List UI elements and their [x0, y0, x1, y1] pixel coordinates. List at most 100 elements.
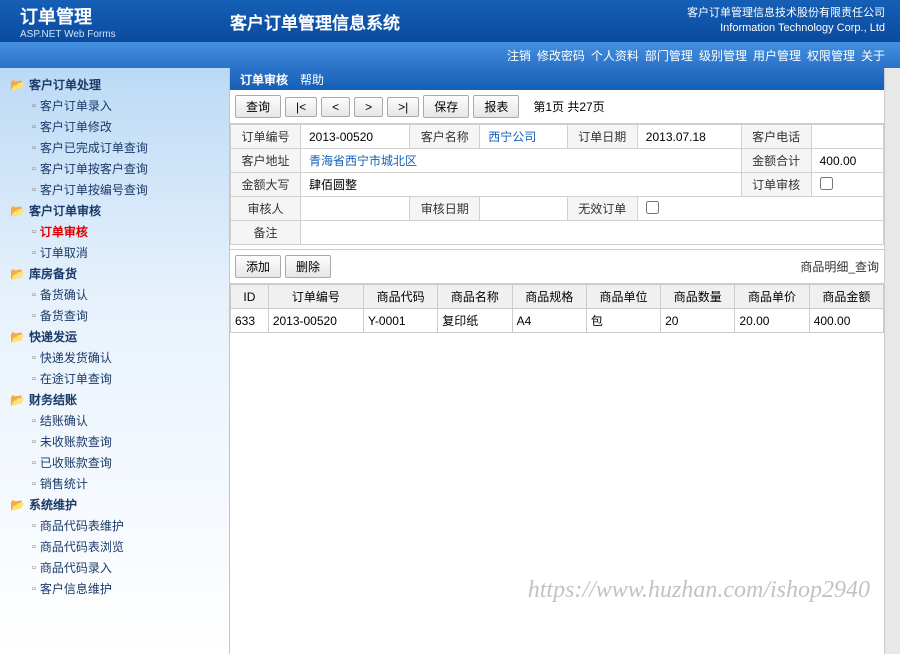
nav-item-5-1[interactable]: ▫商品代码表浏览 — [32, 536, 229, 557]
nav-item-5-2[interactable]: ▫商品代码录入 — [32, 557, 229, 578]
detail-grid: ID订单编号商品代码商品名称商品规格商品单位商品数量商品单价商品金额 63320… — [230, 284, 884, 333]
file-icon: ▫ — [32, 562, 36, 574]
breadcrumb-help[interactable]: 帮助 — [300, 71, 324, 88]
sidebar: 📂客户订单处理▫客户订单录入▫客户订单修改▫客户已完成订单查询▫客户订单按客户查… — [0, 68, 230, 654]
label-order-date: 订单日期 — [567, 125, 637, 149]
grid-cell-0-1: 2013-00520 — [268, 309, 363, 333]
nav-item-0-4[interactable]: ▫客户订单按编号查询 — [32, 179, 229, 200]
file-icon: ▫ — [32, 163, 36, 175]
folder-icon: 📂 — [10, 498, 25, 512]
value-order-audit — [811, 173, 883, 197]
order-audit-checkbox[interactable] — [820, 177, 833, 190]
nav-item-0-2[interactable]: ▫客户已完成订单查询 — [32, 137, 229, 158]
first-page-button[interactable]: |< — [285, 97, 317, 117]
value-cust-addr[interactable]: 青海省西宁市城北区 — [301, 149, 742, 173]
nav-item-0-3[interactable]: ▫客户订单按客户查询 — [32, 158, 229, 179]
file-icon: ▫ — [32, 121, 36, 133]
menu-6[interactable]: 权限管理 — [807, 47, 855, 64]
nav-item-5-3[interactable]: ▫客户信息维护 — [32, 578, 229, 599]
scrollbar[interactable] — [884, 68, 900, 654]
grid-header-3[interactable]: 商品名称 — [438, 285, 512, 309]
grid-cell-0-2: Y-0001 — [364, 309, 438, 333]
value-audit-date — [480, 197, 568, 221]
nav-item-1-1[interactable]: ▫订单取消 — [32, 242, 229, 263]
value-amount-cn: 肆佰圆整 — [301, 173, 742, 197]
value-cust-name[interactable]: 西宁公司 — [480, 125, 568, 149]
menu-1[interactable]: 修改密码 — [537, 47, 585, 64]
next-page-button[interactable]: > — [354, 97, 383, 117]
invalid-order-checkbox[interactable] — [646, 201, 659, 214]
grid-header-8[interactable]: 商品金额 — [809, 285, 883, 309]
grid-header-6[interactable]: 商品数量 — [661, 285, 735, 309]
logo-title: 订单管理 — [20, 3, 230, 29]
file-icon: ▫ — [32, 226, 36, 238]
last-page-button[interactable]: >| — [387, 97, 419, 117]
nav-item-5-0[interactable]: ▫商品代码表维护 — [32, 515, 229, 536]
grid-body: 6332013-00520Y-0001复印纸A4包2020.00400.00 — [231, 309, 884, 333]
grid-header-7[interactable]: 商品单价 — [735, 285, 809, 309]
file-icon: ▫ — [32, 457, 36, 469]
file-icon: ▫ — [32, 184, 36, 196]
folder-icon: 📂 — [10, 78, 25, 92]
nav-group-0[interactable]: 📂客户订单处理 — [10, 74, 229, 95]
label-invalid: 无效订单 — [567, 197, 637, 221]
main-content: 订单审核 帮助 查询 |< < > >| 保存 报表 第1页 共27页 订单编号… — [230, 68, 884, 654]
header: 订单管理 ASP.NET Web Forms 客户订单管理信息系统 客户订单管理… — [0, 0, 900, 42]
logo-area: 订单管理 ASP.NET Web Forms — [0, 3, 230, 40]
label-cust-name: 客户名称 — [410, 125, 480, 149]
folder-icon: 📂 — [10, 267, 25, 281]
nav-item-4-1[interactable]: ▫未收账款查询 — [32, 431, 229, 452]
nav-item-4-3[interactable]: ▫销售统计 — [32, 473, 229, 494]
grid-cell-0-7: 20.00 — [735, 309, 809, 333]
grid-header-1[interactable]: 订单编号 — [268, 285, 363, 309]
nav-item-0-0[interactable]: ▫客户订单录入 — [32, 95, 229, 116]
header-corp: 客户订单管理信息技术股份有限责任公司 Information Technolog… — [687, 6, 900, 37]
file-icon: ▫ — [32, 541, 36, 553]
prev-page-button[interactable]: < — [321, 97, 350, 117]
corp-name-en: Information Technology Corp., Ltd — [687, 21, 885, 36]
nav-item-1-0[interactable]: ▫订单审核 — [32, 221, 229, 242]
save-button[interactable]: 保存 — [423, 95, 469, 118]
file-icon: ▫ — [32, 100, 36, 112]
grid-cell-0-0: 633 — [231, 309, 269, 333]
file-icon: ▫ — [32, 436, 36, 448]
grid-cell-0-5: 包 — [586, 309, 660, 333]
nav-group-5[interactable]: 📂系统维护 — [10, 494, 229, 515]
logo-sub: ASP.NET Web Forms — [20, 29, 230, 40]
label-remark: 备注 — [231, 221, 301, 245]
nav-item-2-1[interactable]: ▫备货查询 — [32, 305, 229, 326]
nav-item-4-2[interactable]: ▫已收账款查询 — [32, 452, 229, 473]
value-remark[interactable] — [301, 221, 884, 245]
report-button[interactable]: 报表 — [473, 95, 519, 118]
menu-7[interactable]: 关于 — [861, 47, 885, 64]
menu-0[interactable]: 注销 — [507, 47, 531, 64]
grid-header-0[interactable]: ID — [231, 285, 269, 309]
menu-5[interactable]: 用户管理 — [753, 47, 801, 64]
grid-header-2[interactable]: 商品代码 — [364, 285, 438, 309]
nav-group-4[interactable]: 📂财务结账 — [10, 389, 229, 410]
menu-3[interactable]: 部门管理 — [645, 47, 693, 64]
grid-header-5[interactable]: 商品单位 — [586, 285, 660, 309]
nav-item-3-0[interactable]: ▫快递发货确认 — [32, 347, 229, 368]
table-row[interactable]: 6332013-00520Y-0001复印纸A4包2020.00400.00 — [231, 309, 884, 333]
menu-2[interactable]: 个人资料 — [591, 47, 639, 64]
file-icon: ▫ — [32, 247, 36, 259]
menubar: 注销修改密码个人资料部门管理级别管理用户管理权限管理关于 — [0, 42, 900, 68]
menu-4[interactable]: 级别管理 — [699, 47, 747, 64]
nav-item-3-1[interactable]: ▫在途订单查询 — [32, 368, 229, 389]
sub-toolbar: 添加 删除 商品明细_查询 — [230, 249, 884, 284]
grid-header-4[interactable]: 商品规格 — [512, 285, 586, 309]
nav-group-2[interactable]: 📂库房备货 — [10, 263, 229, 284]
detail-query-label[interactable]: 商品明细_查询 — [800, 258, 879, 275]
nav-group-3[interactable]: 📂快递发运 — [10, 326, 229, 347]
file-icon: ▫ — [32, 583, 36, 595]
nav-group-1[interactable]: 📂客户订单审核 — [10, 200, 229, 221]
nav-item-4-0[interactable]: ▫结账确认 — [32, 410, 229, 431]
nav-item-0-1[interactable]: ▫客户订单修改 — [32, 116, 229, 137]
query-button[interactable]: 查询 — [235, 95, 281, 118]
nav-item-2-0[interactable]: ▫备货确认 — [32, 284, 229, 305]
label-amount-cn: 金额大写 — [231, 173, 301, 197]
order-form: 订单编号 2013-00520 客户名称 西宁公司 订单日期 2013.07.1… — [230, 124, 884, 245]
delete-button[interactable]: 删除 — [285, 255, 331, 278]
add-button[interactable]: 添加 — [235, 255, 281, 278]
